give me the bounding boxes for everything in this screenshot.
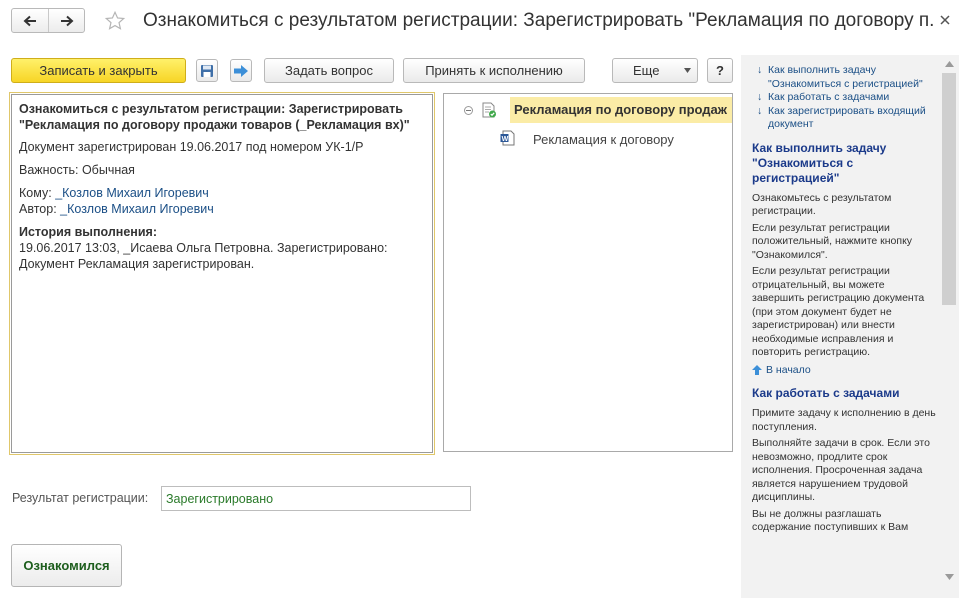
navigation-buttons [11,8,85,33]
help-to-top-link[interactable]: В начало [752,364,939,378]
help-sidebar: ↓ Как выполнить задачу "Ознакомиться с ре… [741,55,959,598]
tree-root-label: Рекламация по договору продаж [514,102,728,117]
save-and-close-button[interactable]: Записать и закрыть [11,58,186,83]
arrow-left-icon [23,15,36,26]
tree-item-root[interactable]: Рекламация по договору продаж [444,97,732,123]
task-description: Ознакомиться с результатом регистрации: … [11,94,433,453]
help-section1-p1: Ознакомьтесь с результатом регистрации. [752,191,892,218]
to-link[interactable]: _Козлов Михаил Игоревич [55,186,209,200]
document-approved-icon [482,102,496,118]
help-section2-p3: Вы не должны разглашать содержание посту… [752,507,909,534]
more-label: Еще [633,63,660,78]
help-content: ↓ Как выполнить задачу "Ознакомиться с ре… [741,55,939,538]
help-section1-p3: Если результат регистрации отрицательный… [752,265,925,358]
tree-child-label: Рекламация к договору [533,132,674,147]
save-button[interactable] [196,59,218,82]
floppy-disk-icon [201,64,213,77]
title-bar: Ознакомиться с результатом регистрации: … [0,0,959,44]
subject-tree: Рекламация по договору продаж W Рекламац… [443,93,733,452]
to-label: Кому: [19,186,52,200]
follow-button[interactable] [230,59,252,82]
ask-question-button[interactable]: Задать вопрос [264,58,394,83]
help-section1-p2: Если результат регистрации положительный… [752,221,913,261]
help-section2-title: Как работать с задачами [752,386,900,400]
forward-button[interactable] [48,9,84,32]
favorite-star-button[interactable] [102,8,128,34]
close-icon [940,15,950,25]
registered-text: Документ зарегистрирован 19.06.2017 под … [19,140,364,154]
history-title: История выполнения: [19,225,157,239]
link-arrow-icon: ↓ [757,91,763,103]
help-button[interactable]: ? [707,58,733,83]
svg-text:W: W [502,136,509,143]
triangle-up-icon [944,61,954,67]
help-section2-p1: Примите задачу к исполнению в день посту… [752,407,936,433]
help-section2-p2: Выполняйте задачи в срок. Если это невоз… [752,437,930,503]
accept-for-execution-button[interactable]: Принять к исполнению [403,58,585,83]
arrow-right-icon [60,15,73,26]
task-title: Ознакомиться с результатом регистрации: … [19,102,410,132]
help-link-how-to-do-task[interactable]: ↓ Как выполнить задачу "Ознакомиться с ре… [757,64,939,91]
author-link[interactable]: _Козлов Михаил Игоревич [60,202,214,216]
help-link-label: Как зарегистрировать входящий документ [768,104,926,131]
chevron-down-icon [684,68,691,73]
scroll-down-button[interactable] [942,571,956,583]
help-scrollbar[interactable] [939,55,959,598]
help-link-work-with-tasks[interactable]: ↓ Как работать с задачами [757,91,939,105]
star-icon [104,10,126,30]
help-section1-title: Как выполнить задачу "Ознакомиться с рег… [752,140,887,185]
link-arrow-icon: ↓ [757,64,763,76]
scroll-up-button[interactable] [942,58,956,70]
triangle-down-icon [944,574,954,580]
word-document-icon: W [500,130,515,146]
scroll-thumb[interactable] [942,73,956,305]
arrow-right-blue-icon [234,64,248,77]
importance-line: Важность: Обычная [19,162,425,178]
help-link-label: Как выполнить задачу "Ознакомиться с рег… [768,64,923,90]
close-button[interactable] [937,12,953,28]
help-link-label: Как работать с задачами [768,91,890,103]
result-label: Результат регистрации: [12,491,149,505]
link-arrow-icon: ↓ [757,104,763,117]
collapse-toggle-icon[interactable] [464,106,473,115]
result-field[interactable]: Зарегистрировано [161,486,471,511]
author-line: Автор: _Козлов Михаил Игоревич [19,201,425,217]
history-text: 19.06.2017 13:03, _Исаева Ольга Петровна… [19,241,388,271]
author-label: Автор: [19,202,57,216]
back-button[interactable] [12,9,48,32]
to-top-label: В начало [766,363,811,376]
importance-value: Обычная [81,163,135,177]
task-description-panel: Ознакомиться с результатом регистрации: … [9,92,435,455]
window-title: Ознакомиться с результатом регистрации: … [143,10,933,31]
importance-label: Важность: [19,163,79,177]
to-line: Кому: _Козлов Михаил Игоревич [19,185,425,201]
tree-item-child[interactable]: W Рекламация к договору [444,127,732,149]
help-link-register-document[interactable]: ↓ Как зарегистрировать входящий документ [757,105,939,132]
acknowledged-button[interactable]: Ознакомился [11,544,122,587]
arrow-up-icon [752,365,762,376]
more-menu-button[interactable]: Еще [612,58,698,83]
